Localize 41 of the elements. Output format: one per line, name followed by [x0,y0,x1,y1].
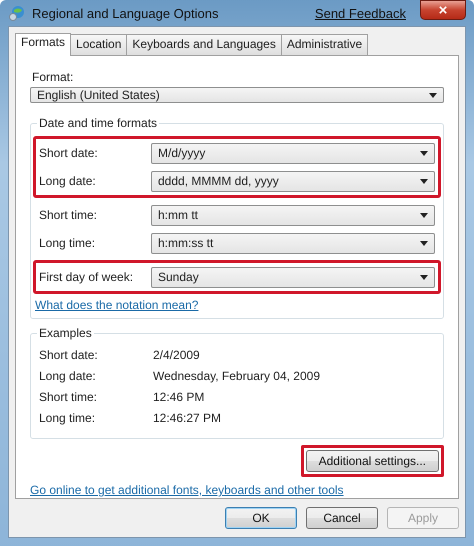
example-label: Long date: [39,368,97,382]
dropdown-arrow-icon [429,92,437,98]
dropdown-arrow-icon [420,212,428,218]
format-label: Format: [32,70,74,84]
field-label: Long date: [39,174,97,188]
tab[interactable]: Location [70,34,128,55]
window-title: Regional and Language Options [32,6,220,20]
field-label: Short date: [39,146,99,160]
online-tools-link[interactable]: Go online to get additional fonts, keyboards and other tools [30,483,344,497]
example-value: 12:46:27 PM [153,410,222,424]
example-value: Wednesday, February 04, 2009 [153,368,320,382]
example-value: 2/4/2009 [153,348,200,362]
tab[interactable]: Administrative [280,34,368,55]
additional-settings-button[interactable]: Additional settings... [306,450,439,472]
field-label: Long time: [39,236,96,250]
example-label: Short time: [39,390,98,404]
format-dropdown[interactable]: dddd, MMMM dd, yyyy [151,170,435,192]
format-dropdown[interactable]: h:mm tt [151,204,435,226]
send-feedback-link[interactable]: Send Feedback [314,6,406,20]
dropdown-arrow-icon [420,178,428,184]
format-dropdown[interactable]: M/d/yyyy [151,142,435,164]
group-title: Examples [37,326,94,340]
field-label: First day of week: [39,270,134,284]
dropdown-arrow-icon [420,240,428,246]
dropdown-arrow-icon [420,150,428,156]
example-label: Long time: [39,410,96,424]
tab[interactable]: Formats [15,33,72,56]
notation-help-link[interactable]: What does the notation mean? [35,298,198,312]
close-button[interactable]: × [420,0,466,20]
field-label: Short time: [39,208,98,222]
example-value: 12:46 PM [153,390,204,404]
example-label: Short date: [39,348,99,362]
dialog-button[interactable]: OK [225,507,297,529]
format-dropdown[interactable]: English (United States) [30,87,444,103]
dropdown-arrow-icon [420,274,428,280]
format-dropdown[interactable]: h:mm:ss tt [151,232,435,254]
dialog-button[interactable]: Cancel [306,507,378,529]
tab[interactable]: Keyboards and Languages [126,34,282,55]
group-title: Date and time formats [37,116,160,130]
format-dropdown[interactable]: Sunday [151,266,435,288]
globe-icon [8,4,26,22]
